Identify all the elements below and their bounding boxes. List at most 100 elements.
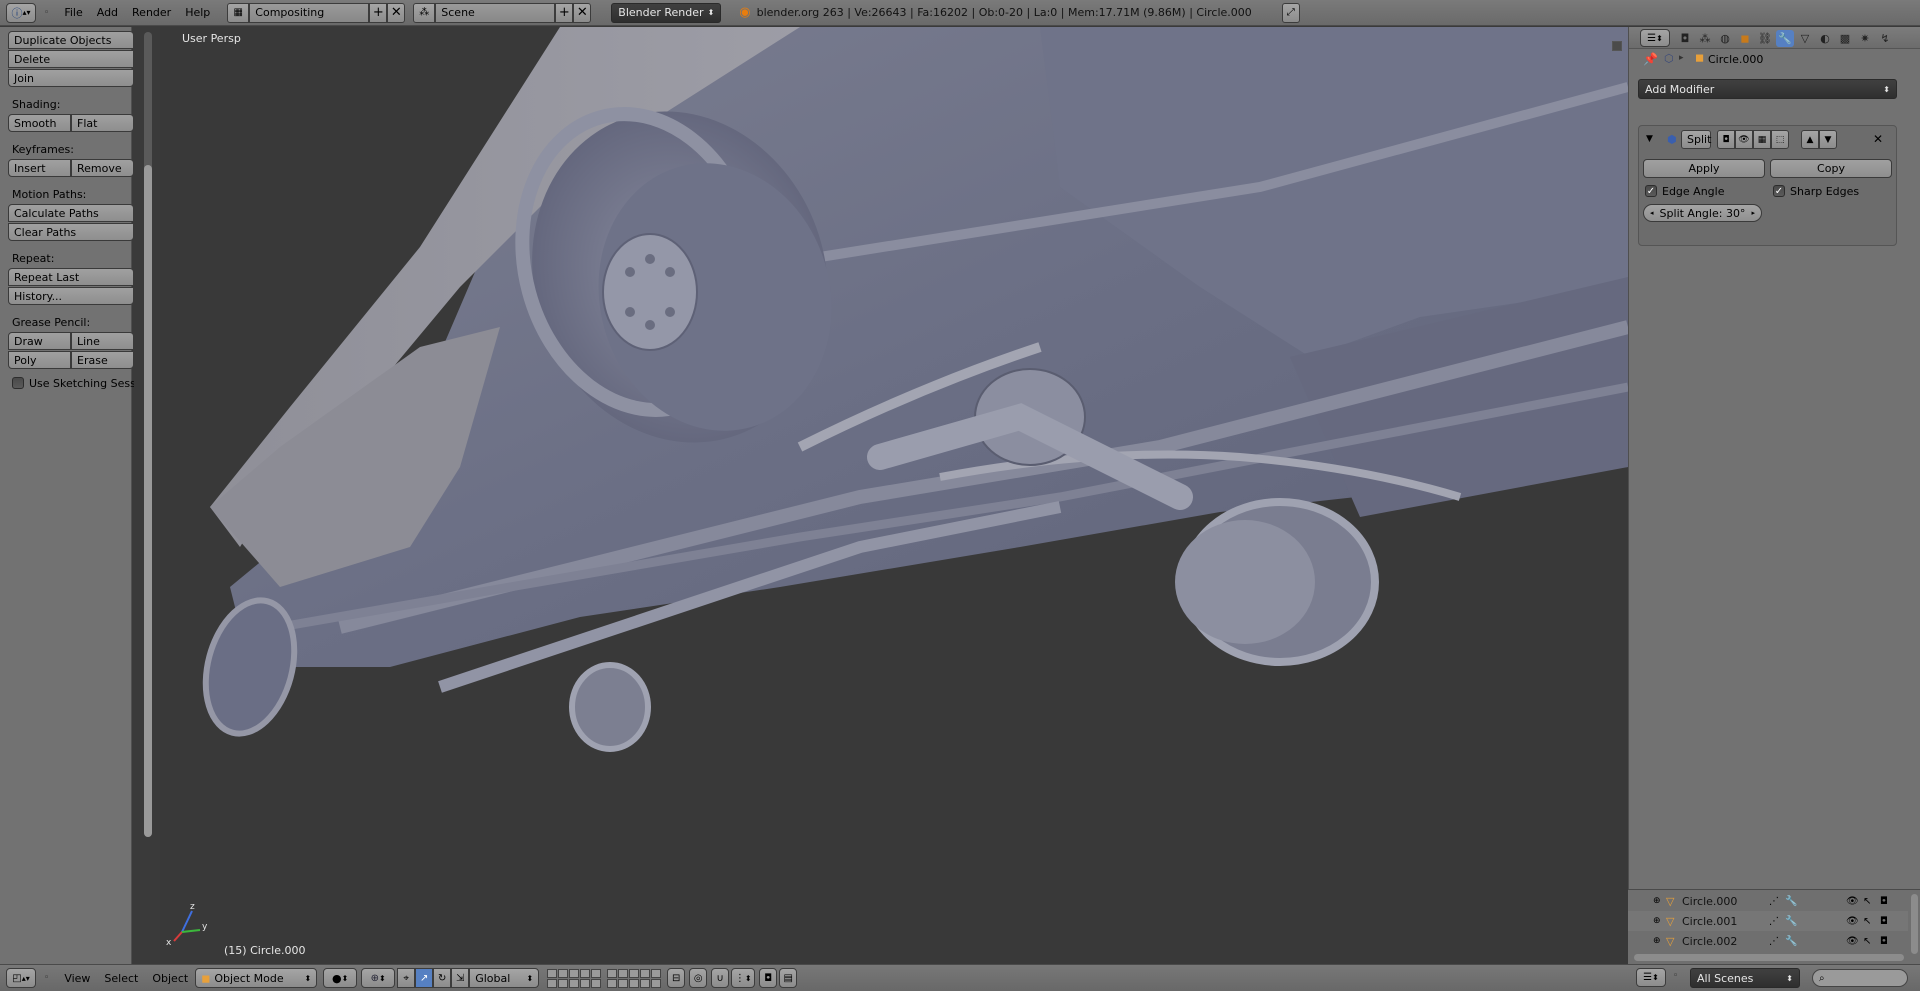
grease-draw-button[interactable]: Draw <box>8 332 71 350</box>
selectable-cursor-icon[interactable]: ↖ <box>1863 916 1871 927</box>
object-tab-icon[interactable]: ◼ <box>1736 30 1754 47</box>
modifier-name-field[interactable]: Split <box>1681 130 1711 149</box>
menu-add[interactable]: Add <box>97 6 118 19</box>
increment-arrow-icon[interactable]: ▸ <box>1751 209 1755 217</box>
editor-type-button-3d[interactable]: ◰ ▴▾ <box>6 968 36 988</box>
expand-icon[interactable]: ⊕ <box>1653 916 1661 926</box>
menu-render[interactable]: Render <box>132 6 171 19</box>
delete-screen-button[interactable]: ✕ <box>387 2 406 23</box>
screen-layout-icon[interactable]: ▦ <box>227 2 250 23</box>
calculate-paths-button[interactable]: Calculate Paths <box>8 204 134 222</box>
apply-modifier-button[interactable]: Apply <box>1643 159 1765 178</box>
visibility-eye-icon[interactable]: 👁 <box>1846 896 1859 907</box>
flat-button[interactable]: Flat <box>71 114 134 132</box>
world-tab-icon[interactable]: ◍ <box>1716 30 1734 47</box>
render-still-button[interactable]: ◘ <box>759 968 778 988</box>
expand-icon[interactable]: ⊕ <box>1653 896 1661 906</box>
collapse-menu-icon[interactable]: ◦ <box>44 8 49 18</box>
insert-keyframe-button[interactable]: Insert <box>8 159 71 177</box>
collapse-menu-icon[interactable]: ◦ <box>44 973 49 983</box>
delete-button[interactable]: Delete <box>8 50 134 68</box>
renderable-camera-icon[interactable]: ◘ <box>1880 896 1888 907</box>
screen-layout-field[interactable]: Compositing <box>249 2 370 23</box>
translate-manipulator[interactable]: ↗ <box>415 968 434 988</box>
data-tab-icon[interactable]: ▽ <box>1796 30 1814 47</box>
layer-buttons-group-2[interactable] <box>607 968 662 988</box>
add-screen-button[interactable]: + <box>369 2 388 23</box>
mode-select[interactable]: ◼ Object Mode ⬍ <box>195 968 318 988</box>
menu-object[interactable]: Object <box>152 972 188 985</box>
show-in-viewport-toggle[interactable]: 👁 <box>1735 130 1753 149</box>
snap-element-select[interactable]: ⋮ ⬍ <box>731 968 756 988</box>
grease-erase-button[interactable]: Erase <box>71 351 134 369</box>
show-in-editmode-toggle[interactable]: ▦ <box>1753 130 1771 149</box>
history-button[interactable]: History... <box>8 287 134 305</box>
editor-type-button[interactable]: ⓘ ▴▾ <box>6 2 36 23</box>
3d-viewport[interactable]: User Persp (15) Circle.000 x y z <box>160 27 1628 964</box>
rotate-manipulator[interactable]: ↻ <box>433 968 452 988</box>
menu-help[interactable]: Help <box>185 6 210 19</box>
display-mode-select[interactable]: All Scenes ⬍ <box>1690 968 1800 988</box>
selectable-cursor-icon[interactable]: ↖ <box>1863 896 1871 907</box>
duplicate-objects-button[interactable]: Duplicate Objects <box>8 31 134 49</box>
grease-line-button[interactable]: Line <box>71 332 134 350</box>
properties-editor-type[interactable]: ☰ ⬍ <box>1640 29 1670 47</box>
split-angle-field[interactable]: ◂ Split Angle: 30° ▸ <box>1643 204 1762 222</box>
expand-icon[interactable]: ⊕ <box>1653 936 1661 946</box>
visibility-eye-icon[interactable]: 👁 <box>1846 936 1859 947</box>
visibility-eye-icon[interactable]: 👁 <box>1846 916 1859 927</box>
snap-toggle[interactable]: ∪ <box>711 968 730 988</box>
add-scene-button[interactable]: + <box>555 2 574 23</box>
material-tab-icon[interactable]: ◐ <box>1816 30 1834 47</box>
pin-icon[interactable]: 📌 <box>1643 52 1658 66</box>
render-tab-icon[interactable]: ◘ <box>1676 30 1694 47</box>
viewport-corner-widget[interactable] <box>1612 41 1622 51</box>
lock-layers-button[interactable]: ⊟ <box>667 968 686 988</box>
manipulator-toggle[interactable]: ⌖ <box>397 968 416 988</box>
renderable-camera-icon[interactable]: ◘ <box>1880 936 1888 947</box>
outliner-h-scrollbar[interactable] <box>1634 954 1904 961</box>
collapse-triangle-icon[interactable]: ▼ <box>1646 134 1653 144</box>
outliner-search-input[interactable]: ⌕ <box>1812 969 1908 987</box>
physics-tab-icon[interactable]: ↯ <box>1876 30 1894 47</box>
move-modifier-up-button[interactable]: ▲ <box>1801 130 1819 149</box>
remove-modifier-icon[interactable]: ✕ <box>1873 132 1883 146</box>
sketching-session-checkbox[interactable] <box>12 377 24 389</box>
orientation-select[interactable]: Global ⬍ <box>469 968 540 988</box>
constraints-tab-icon[interactable]: ⛓ <box>1756 30 1774 47</box>
add-modifier-select[interactable]: Add Modifier ⬍ <box>1638 79 1897 99</box>
grease-poly-button[interactable]: Poly <box>8 351 71 369</box>
outliner-row[interactable]: ⊕ ▽ Circle.000 ⋰ 🔧 👁 ↖ ◘ <box>1628 891 1908 911</box>
decrement-arrow-icon[interactable]: ◂ <box>1650 209 1654 217</box>
particles-tab-icon[interactable]: ✷ <box>1856 30 1874 47</box>
scene-icon-button[interactable]: ⁂ <box>413 2 436 23</box>
menu-view[interactable]: View <box>64 972 90 985</box>
viewport-shading-select[interactable]: ● ⬍ <box>323 968 358 988</box>
clear-paths-button[interactable]: Clear Paths <box>8 223 134 241</box>
proportional-edit-button[interactable]: ◎ <box>689 968 708 988</box>
show-on-cage-toggle[interactable]: ⬚ <box>1771 130 1789 149</box>
layer-buttons-group-1[interactable] <box>547 968 602 988</box>
render-animation-button[interactable]: ▤ <box>779 968 798 988</box>
scene-field[interactable]: Scene <box>435 2 556 23</box>
outliner-row[interactable]: ⊕ ▽ Circle.001 ⋰ 🔧 👁 ↖ ◘ <box>1628 911 1908 931</box>
outliner-scrollbar[interactable] <box>1911 894 1918 954</box>
smooth-button[interactable]: Smooth <box>8 114 71 132</box>
scale-manipulator[interactable]: ⇲ <box>451 968 470 988</box>
texture-tab-icon[interactable]: ▩ <box>1836 30 1854 47</box>
scene-tab-icon[interactable]: ⁂ <box>1696 30 1714 47</box>
menu-file[interactable]: File <box>64 6 82 19</box>
renderable-camera-icon[interactable]: ◘ <box>1880 916 1888 927</box>
menu-select[interactable]: Select <box>104 972 138 985</box>
remove-keyframe-button[interactable]: Remove <box>71 159 134 177</box>
render-engine-select[interactable]: Blender Render ⬍ <box>611 2 722 23</box>
repeat-last-button[interactable]: Repeat Last <box>8 268 134 286</box>
show-in-render-toggle[interactable]: ◘ <box>1717 130 1735 149</box>
delete-scene-button[interactable]: ✕ <box>573 2 592 23</box>
outliner-row[interactable]: ⊕ ▽ Circle.002 ⋰ 🔧 👁 ↖ ◘ <box>1628 931 1908 951</box>
sharp-edges-checkbox[interactable]: ✓ <box>1773 185 1785 197</box>
copy-modifier-button[interactable]: Copy <box>1770 159 1892 178</box>
toolshelf-scrollbar[interactable] <box>144 165 152 837</box>
selectable-cursor-icon[interactable]: ↖ <box>1863 936 1871 947</box>
modifiers-tab-icon[interactable]: 🔧 <box>1776 30 1794 47</box>
